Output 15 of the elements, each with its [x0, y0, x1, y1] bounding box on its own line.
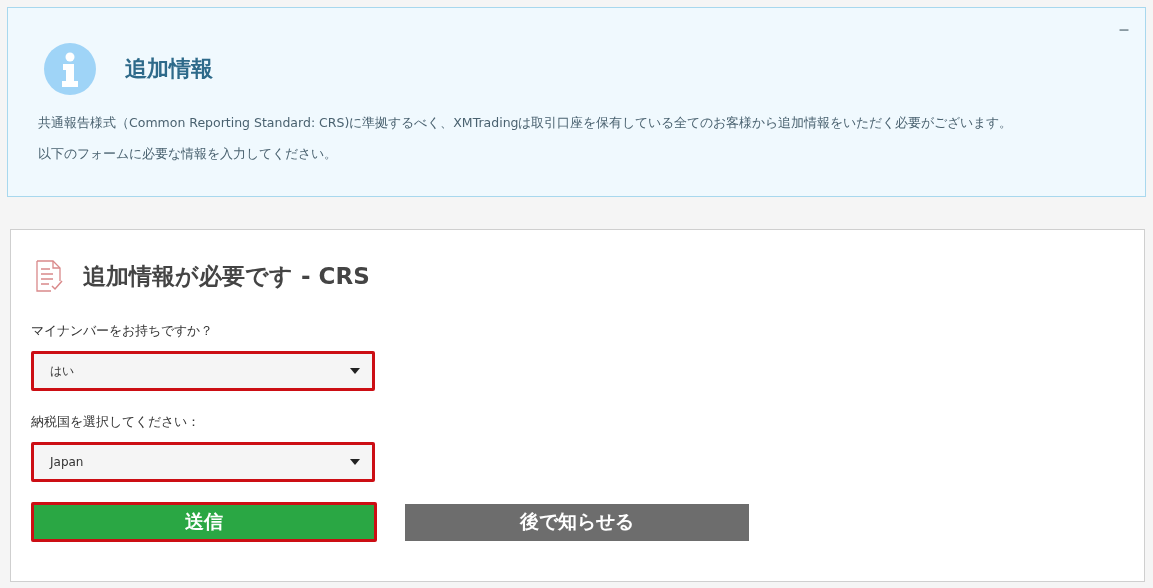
caret-icon [350, 459, 360, 465]
caret-icon [350, 368, 360, 374]
select-field[interactable]: はい [31, 351, 375, 391]
remind-later-button[interactable]: 後で知らせる [405, 503, 749, 541]
info-title: 追加情報 [125, 55, 213, 83]
info-text: 以下のフォームに必要な情報を入力してください。 [38, 145, 338, 162]
field-label: マイナンバーをお持ちですか？ [31, 322, 214, 340]
collapse-button[interactable]: – [1119, 20, 1129, 38]
submit-button[interactable]: 送信 [31, 502, 377, 542]
select-field[interactable]: Japan [31, 442, 375, 482]
document-check-icon [35, 260, 65, 292]
field-label: 納税国を選択してください： [31, 413, 201, 431]
form-title: 追加情報が必要です - CRS [83, 261, 370, 291]
info-icon [43, 42, 97, 96]
info-text: 共通報告様式（Common Reporting Standard: CRS)に準拠するべく、XMTradingは取引口座を保有している全てのお客様から追加情報をいただく必要がございます。 [38, 114, 1014, 131]
